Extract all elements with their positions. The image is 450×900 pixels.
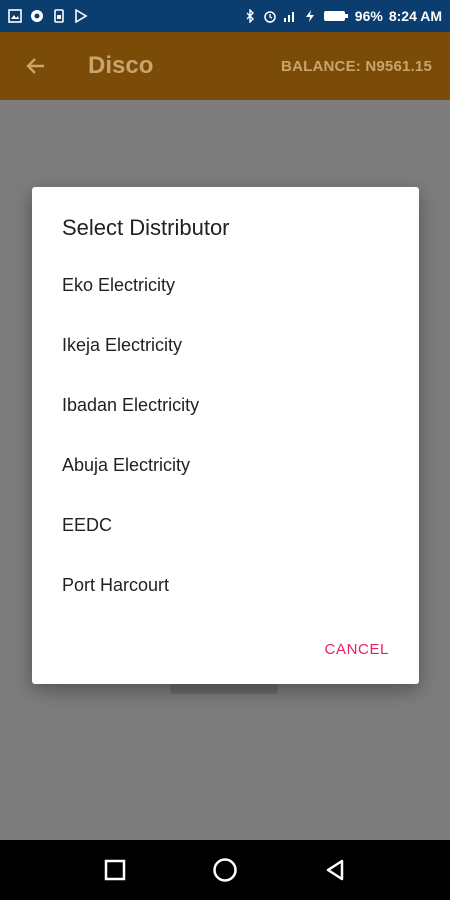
dialog-title: Select Distributor [62,215,230,240]
charging-icon [305,10,314,22]
image-icon [8,9,22,23]
status-bar: 96% 8:24 AM [0,0,450,32]
distributor-option-ikeja[interactable]: Ikeja Electricity [32,315,419,375]
cancel-button[interactable]: CANCEL [325,641,389,658]
battery-icon [323,11,348,21]
alarm-icon [264,11,276,23]
app-bar: Disco BALANCE: N9561.15 [0,32,450,100]
recents-square-icon [104,859,126,881]
balance-label: BALANCE: N9561.15 [281,57,432,75]
bluetooth-icon [246,9,254,23]
signal-icon [283,12,294,22]
distributor-list: Eko Electricity Ikeja Electricity Ibadan… [32,255,419,615]
recents-button[interactable] [95,850,135,890]
arrow-left-icon [26,58,44,74]
back-button[interactable] [18,48,54,84]
system-status: 96% 8:24 AM [243,8,442,24]
distributor-option-eedc[interactable]: EEDC [32,495,419,555]
circle-icon [31,10,43,22]
distributor-option-abuja[interactable]: Abuja Electricity [32,435,419,495]
play-icon [75,9,88,23]
sim-icon [54,9,64,23]
system-nav-bar [0,840,450,900]
distributor-option-eko[interactable]: Eko Electricity [32,255,419,315]
notification-icons [8,9,88,23]
select-distributor-dialog: Select Distributor Eko Electricity Ikeja… [32,187,419,684]
back-nav-button[interactable] [315,850,355,890]
clock: 8:24 AM [388,8,442,24]
home-circle-icon [213,858,237,882]
distributor-option-ibadan[interactable]: Ibadan Electricity [32,375,419,435]
back-triangle-icon [326,859,344,881]
distributor-option-port-harcourt[interactable]: Port Harcourt [32,555,419,615]
home-button[interactable] [205,850,245,890]
page-title: Disco [88,52,154,79]
battery-percentage: 96% [354,8,383,24]
background-button [170,684,278,694]
